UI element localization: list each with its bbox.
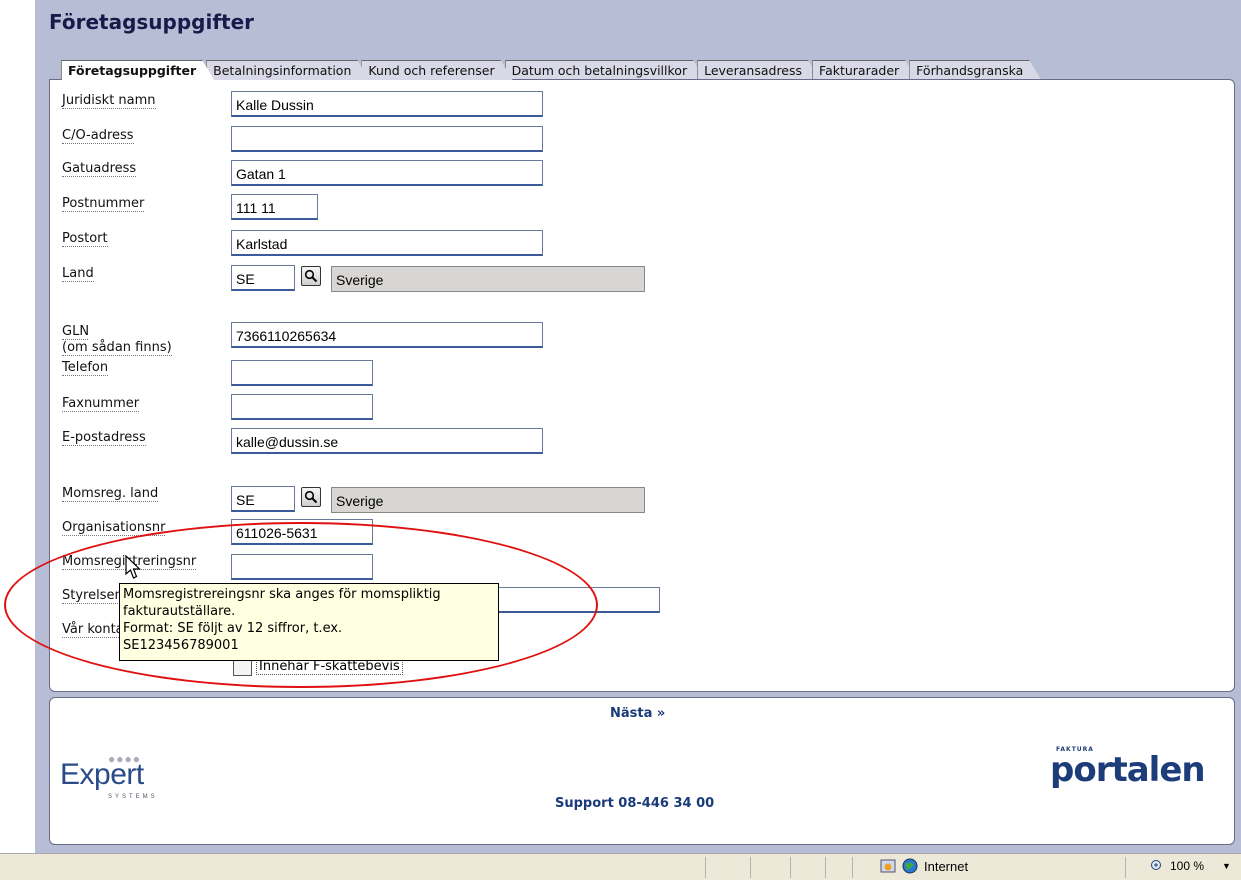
tab-datum-och-betalningsvillkor[interactable]: Datum och betalningsvillkor	[505, 60, 706, 80]
protected-mode-icon	[880, 859, 896, 873]
zoom-icon	[1151, 860, 1161, 870]
gln-label-line1: GLN	[62, 324, 90, 340]
epost-input[interactable]: kalle@dussin.se	[231, 428, 543, 454]
portalen-logo-sup: FAKTURA	[1056, 746, 1094, 753]
browser-statusbar: Internet 100 % ▼	[0, 853, 1241, 880]
tab-forhandsgranska[interactable]: Förhandsgranska	[909, 60, 1041, 80]
statusbar-divider	[790, 857, 791, 878]
postnummer-input[interactable]: 111 11	[231, 194, 318, 220]
zoom-level: 100 %	[1170, 859, 1205, 873]
page-title: Företagsuppgifter	[49, 10, 255, 34]
co-adress-label: C/O-adress	[62, 128, 134, 144]
epost-label: E-postadress	[62, 430, 146, 446]
tab-leveransadress[interactable]: Leveransadress	[697, 60, 820, 80]
tab-bar: Företagsuppgifter Betalningsinformation …	[61, 60, 1033, 80]
land-name-field: Sverige	[331, 266, 645, 292]
fakturaportalen-logo: FAKTURA portalen	[1050, 746, 1206, 790]
gatuadress-label: Gatuadress	[62, 161, 137, 177]
tooltip-line: fakturautställare.	[123, 604, 236, 619]
faxnummer-input[interactable]	[231, 394, 373, 420]
gln-label: GLN (om sådan finns)	[62, 324, 172, 356]
postnummer-label: Postnummer	[62, 196, 145, 212]
momsregistreringsnr-input[interactable]	[231, 554, 373, 580]
organisationsnr-label: Organisationsnr	[62, 520, 166, 536]
postort-label: Postort	[62, 231, 108, 247]
momsreg-land-lookup-button[interactable]	[301, 487, 321, 507]
tooltip-line: SE123456789001	[123, 638, 239, 653]
statusbar-divider	[750, 857, 751, 878]
magnifier-icon	[304, 269, 318, 283]
portalen-logo-text: portalen	[1050, 750, 1206, 790]
support-phone: Support 08-446 34 00	[555, 796, 715, 811]
tab-betalningsinformation[interactable]: Betalningsinformation	[206, 60, 369, 80]
mouse-cursor-icon	[125, 555, 141, 579]
app-window: Företagsuppgifter Företagsuppgifter Beta…	[35, 0, 1241, 853]
juridiskt-namn-label: Juridiskt namn	[62, 93, 156, 109]
footer-panel: Nästa » Expert ●●●● SYSTEMS Support 08-4…	[49, 697, 1235, 845]
statusbar-divider	[705, 857, 706, 878]
faxnummer-label: Faxnummer	[62, 396, 140, 412]
momsreg-land-code-input[interactable]: SE	[231, 486, 295, 512]
momsregistreringsnr-tooltip: Momsregistrereingsnr ska anges för momsp…	[119, 583, 499, 661]
land-lookup-button[interactable]	[301, 266, 321, 286]
tab-foretagsuppgifter[interactable]: Företagsuppgifter	[61, 60, 214, 80]
telefon-input[interactable]	[231, 360, 373, 386]
statusbar-divider	[852, 857, 853, 878]
expert-logo-subtext: SYSTEMS	[108, 794, 158, 800]
tab-fakturarader[interactable]: Fakturarader	[812, 60, 917, 80]
land-label: Land	[62, 266, 94, 282]
postort-input[interactable]: Karlstad	[231, 230, 543, 256]
security-zone-label: Internet	[924, 858, 969, 874]
momsreg-land-label: Momsreg. land	[62, 486, 159, 502]
momsreg-land-name-field: Sverige	[331, 487, 645, 513]
security-zone[interactable]: Internet	[880, 858, 968, 874]
tooltip-line: Format: SE följt av 12 siffror, t.ex.	[123, 621, 343, 636]
co-adress-input[interactable]	[231, 126, 543, 152]
chevron-down-icon[interactable]: ▼	[1222, 861, 1231, 871]
zoom-control[interactable]: 100 % ▼	[1150, 859, 1231, 873]
juridiskt-namn-input[interactable]: Kalle Dussin	[231, 91, 543, 117]
gln-input[interactable]: 7366110265634	[231, 322, 543, 348]
globe-icon	[902, 858, 918, 874]
gatuadress-input[interactable]: Gatan 1	[231, 160, 543, 186]
land-code-input[interactable]: SE	[231, 265, 295, 291]
expert-systems-logo: Expert ●●●● SYSTEMS	[60, 752, 155, 800]
tooltip-line: Momsregistrereingsnr ska anges för momsp…	[123, 587, 441, 602]
gln-label-line2: (om sådan finns)	[62, 340, 172, 356]
next-button[interactable]: Nästa »	[610, 706, 665, 721]
magnifier-icon	[304, 490, 318, 504]
statusbar-divider	[1125, 857, 1126, 878]
tab-kund-och-referenser[interactable]: Kund och referenser	[361, 60, 512, 80]
telefon-label: Telefon	[62, 360, 109, 376]
logo-dots-icon: ●●●●	[108, 752, 141, 766]
organisationsnr-input[interactable]: 611026-5631	[231, 519, 373, 545]
statusbar-divider	[825, 857, 826, 878]
